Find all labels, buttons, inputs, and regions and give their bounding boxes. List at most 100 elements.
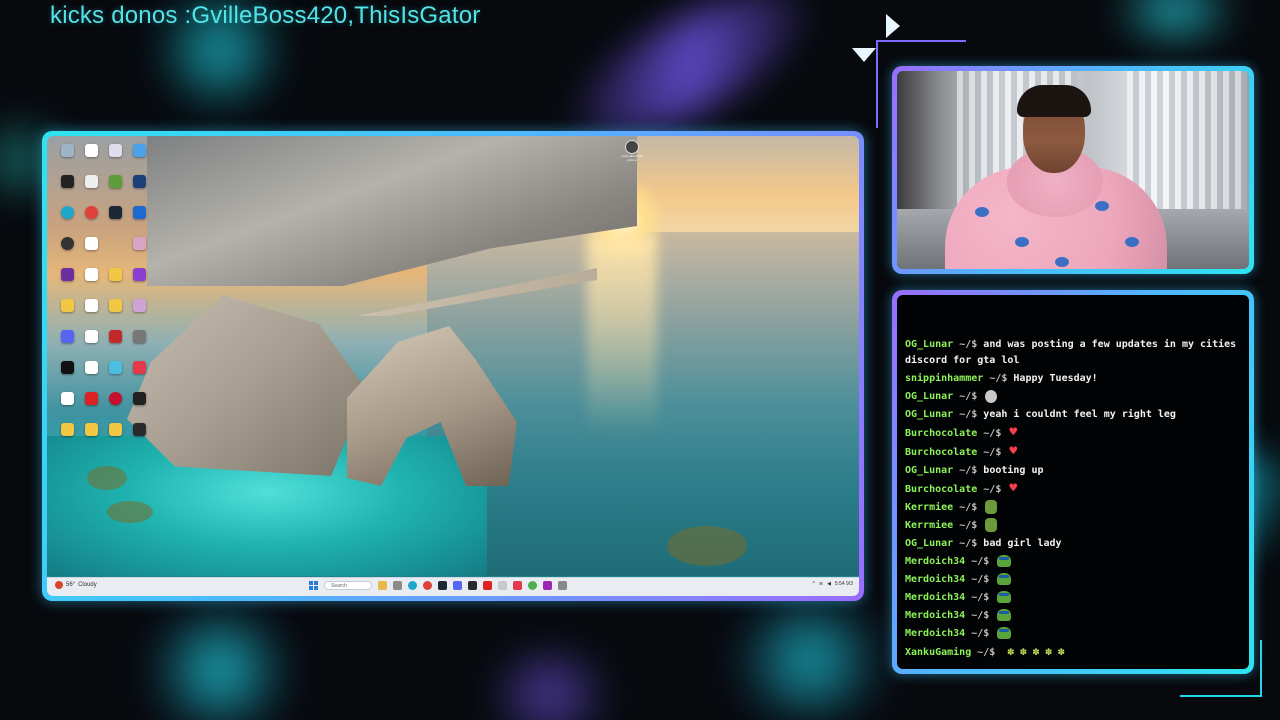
desktop-icon-folder[interactable] (103, 299, 127, 330)
chat-username: OG_Lunar (905, 465, 954, 476)
steam-icon[interactable] (438, 581, 447, 590)
leaf-emote-icon: ✽ (1057, 645, 1065, 658)
taskbar-app-icon[interactable] (528, 581, 537, 590)
chat-message: Burchocolate ~/$ ♥ (905, 444, 1241, 461)
desktop-icon[interactable] (79, 299, 103, 330)
chrome-icon[interactable] (423, 581, 432, 590)
volume-icon[interactable]: ◀ (827, 581, 831, 587)
chat-username: Burchocolate (905, 484, 978, 495)
desktop-icon-folder[interactable] (55, 299, 79, 330)
desktop-icon[interactable] (55, 361, 79, 392)
desktop-icon[interactable] (127, 175, 151, 206)
chat-username: Kerrmiee (905, 502, 954, 513)
pepe-emote-icon (997, 573, 1012, 585)
weather-widget[interactable]: 56° Cloudy (55, 581, 97, 589)
desktop-icon[interactable] (103, 330, 127, 361)
desktop-icon[interactable] (79, 268, 103, 299)
desktop-icon[interactable] (127, 361, 151, 392)
desktop-icon-steam[interactable] (103, 206, 127, 237)
weather-temp: 56° (66, 582, 76, 588)
desktop-icon-epic-games[interactable] (127, 423, 151, 454)
chat-message: Kerrmiee ~/$ (905, 518, 1241, 534)
taskbar-clock[interactable]: 5:54 9/3 (835, 581, 853, 587)
desktop-icon[interactable] (55, 392, 79, 423)
chat-message: Kerrmiee ~/$ (905, 500, 1241, 516)
chat-message: Burchocolate ~/$ ♥ (905, 425, 1241, 442)
desktop-icon[interactable] (79, 237, 103, 268)
taskbar-app-icon[interactable] (543, 581, 552, 590)
desktop-icon-discord[interactable] (55, 330, 79, 361)
chat-prompt: ~/$ (983, 428, 1002, 439)
desktop-icon[interactable] (103, 361, 127, 392)
chat-text: Happy Tuesday! (1013, 373, 1098, 384)
desktop-icon[interactable] (103, 144, 127, 175)
desktop-icon[interactable] (55, 175, 79, 206)
leaf-emote-icon: ✽ (1007, 645, 1014, 658)
desktop-icon-chrome[interactable] (79, 206, 103, 237)
desktop-icon[interactable] (127, 268, 151, 299)
desktop-icon[interactable] (103, 237, 127, 268)
desktop-icon-folder[interactable] (103, 268, 127, 299)
smoke-cloud (120, 600, 320, 720)
desktop-icon[interactable] (127, 299, 151, 330)
chat-username: XankuGaming (905, 647, 972, 658)
chat-message: Merdoich34 ~/$ (905, 554, 1241, 570)
face-emote-icon (985, 389, 998, 403)
chat-prompt: ~/$ (959, 339, 978, 350)
desktop-capture-frame: Learn about this picture 56° Cloudy Sear… (42, 131, 864, 601)
chat-username: Merdoich34 (905, 610, 966, 621)
desktop-icon-edge[interactable] (55, 206, 79, 237)
wifi-icon[interactable]: ≋ (819, 581, 823, 587)
desktop-icon[interactable] (127, 144, 151, 175)
desktop-icon[interactable] (79, 175, 103, 206)
desktop-icon-folder[interactable] (55, 423, 79, 454)
wallpaper-seaweed (87, 466, 127, 490)
taskbar-app-icon[interactable] (483, 581, 492, 590)
chat-message-list: OG_Lunar ~/$ and was posting a few updat… (905, 339, 1241, 663)
desktop-icon[interactable] (127, 330, 151, 361)
taskbar-search-input[interactable]: Search (324, 581, 372, 590)
desktop-icon[interactable] (103, 392, 127, 423)
desktop-icon[interactable] (127, 237, 151, 268)
smoke-cloud (1090, 0, 1260, 40)
tray-chevron-icon[interactable]: ^ (813, 581, 815, 587)
desktop-icon-grid (55, 144, 151, 454)
desktop-icon[interactable] (127, 392, 151, 423)
taskbar-app-icon[interactable] (393, 581, 402, 590)
chat-prompt: ~/$ (971, 592, 990, 603)
taskbar-app-icon[interactable] (498, 581, 507, 590)
settings-icon[interactable] (558, 581, 567, 590)
edge-icon[interactable] (408, 581, 417, 590)
desktop-icon[interactable] (55, 237, 79, 268)
file-explorer-icon[interactable] (378, 581, 387, 590)
desktop-icon[interactable] (79, 361, 103, 392)
weather-desc: Cloudy (78, 582, 97, 588)
taskbar-app-icon[interactable] (513, 581, 522, 590)
desktop-icon[interactable] (79, 330, 103, 361)
windows-start-icon[interactable] (309, 581, 318, 590)
desktop-icon-folder[interactable] (79, 423, 103, 454)
learn-about-picture-icon[interactable]: Learn about this picture (621, 140, 643, 162)
chat-message: XankuGaming ~/$ ✽ ✽ ✽ ✽ ✽ (905, 644, 1241, 661)
heart-emote-icon: ♥ (1009, 481, 1018, 496)
taskbar-app-icon[interactable] (468, 581, 477, 590)
pepe-emote-icon (997, 591, 1012, 603)
desktop-icon[interactable] (127, 206, 151, 237)
desktop-icon[interactable] (55, 268, 79, 299)
chat-prompt: ~/$ (971, 574, 990, 585)
hoodie-print (1015, 237, 1029, 247)
wallpaper-seaweed (667, 526, 747, 566)
discord-icon[interactable] (453, 581, 462, 590)
desktop-icon[interactable] (79, 144, 103, 175)
chat-username: OG_Lunar (905, 391, 954, 402)
desktop-icon[interactable] (103, 175, 127, 206)
chat-text: and was posting a few updates in my citi… (905, 339, 1237, 366)
wallpaper-seaweed (107, 501, 153, 523)
hoodie-print (975, 207, 989, 217)
desktop-icon[interactable] (79, 392, 103, 423)
desktop-icon-recycle-bin[interactable] (55, 144, 79, 175)
desktop-icon[interactable] (103, 423, 127, 454)
chat-message: OG_Lunar ~/$ booting up (905, 463, 1241, 479)
chat-username: Kerrmiee (905, 520, 954, 531)
chat-username: OG_Lunar (905, 339, 954, 350)
